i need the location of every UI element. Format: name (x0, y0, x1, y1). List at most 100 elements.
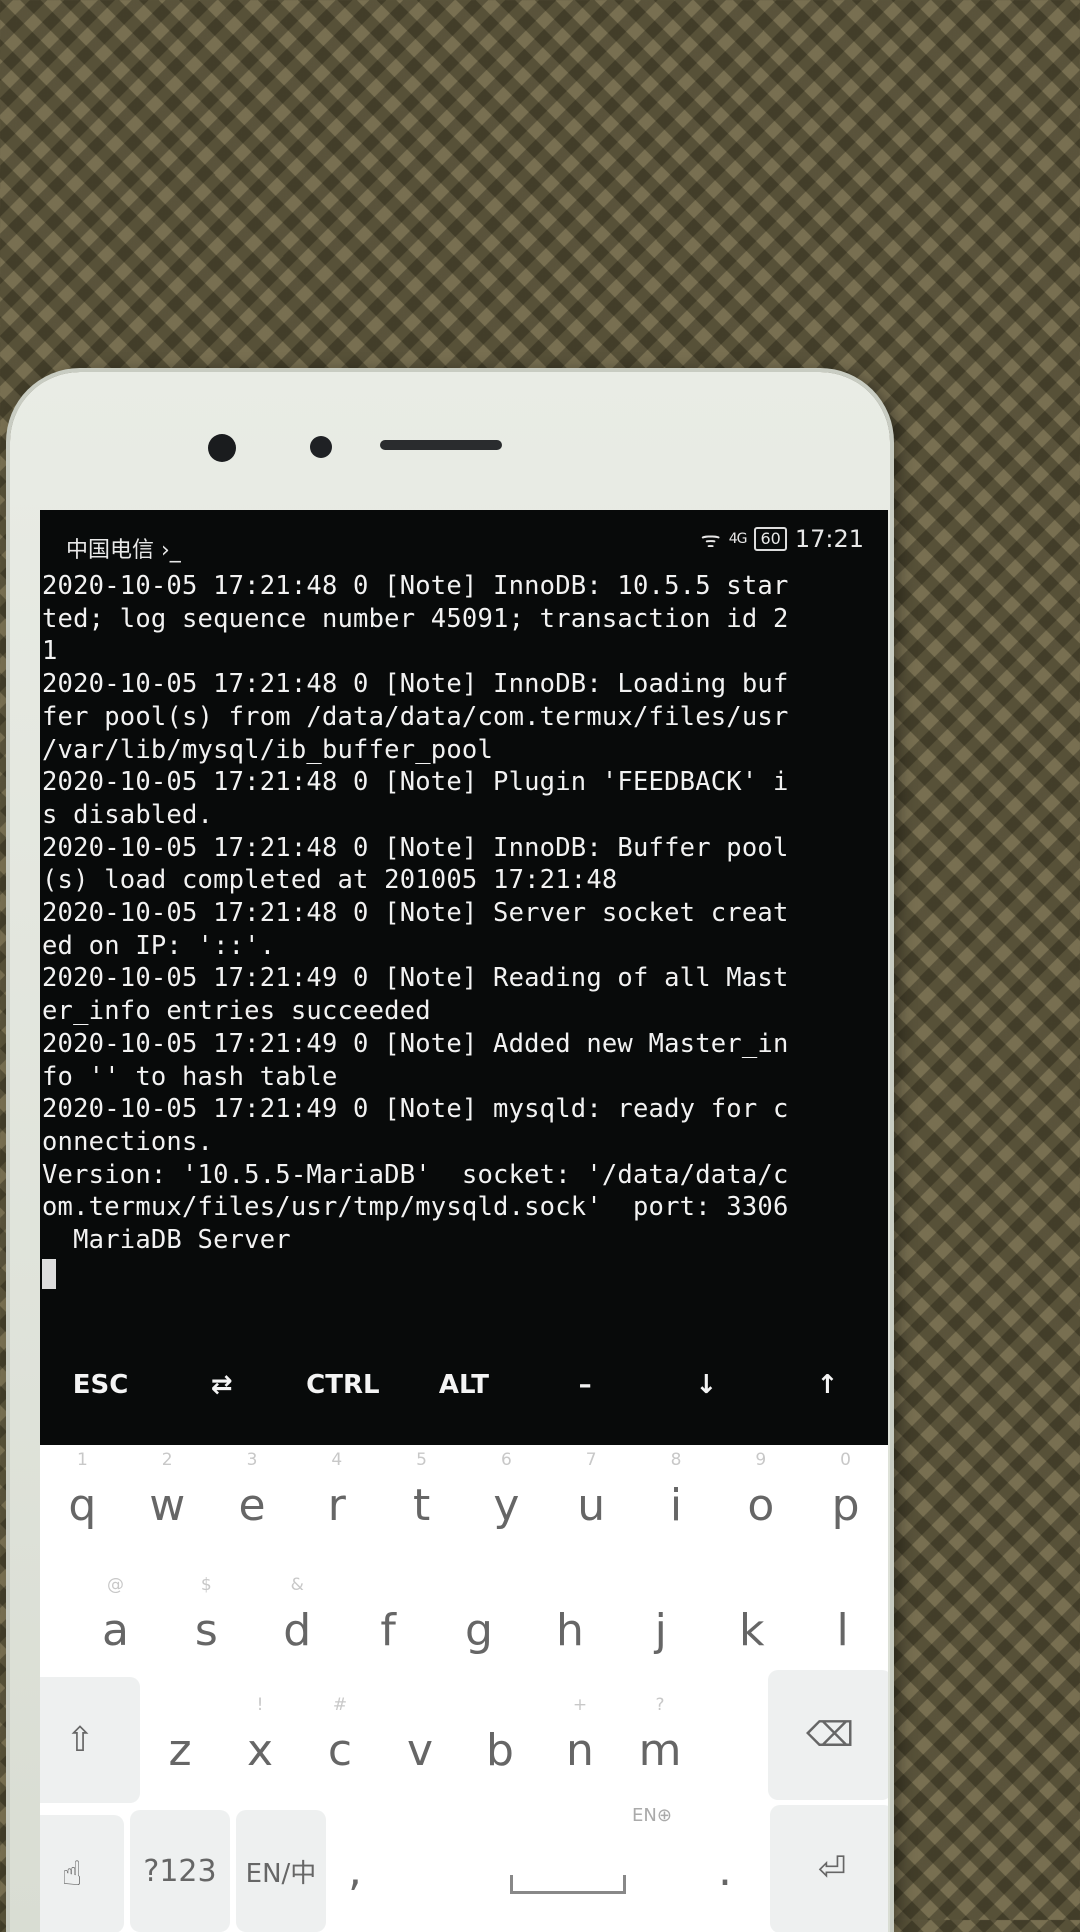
comma-label: , (348, 1845, 362, 1896)
battery-icon: 60 (754, 527, 787, 551)
key-letter: g (465, 1605, 493, 1656)
status-indicators: ᯤ 4G 60 17:21 (701, 524, 864, 554)
key-letter: q (68, 1480, 97, 1531)
key-c[interactable]: # c (300, 1695, 380, 1776)
symbols-key[interactable]: ?123 (130, 1810, 230, 1932)
key-d[interactable]: & d (252, 1575, 343, 1656)
key-u[interactable]: 7u (549, 1450, 634, 1531)
key-q[interactable]: 1q (40, 1450, 125, 1531)
key-p[interactable]: 0p (803, 1450, 888, 1531)
key-letter: x (246, 1725, 274, 1776)
terminal-line: Version: '10.5.5-MariaDB' socket: '/data… (42, 1159, 789, 1190)
key-k[interactable]: k (706, 1605, 797, 1656)
key-hint: 0 (840, 1450, 851, 1470)
key-letter: t (412, 1480, 431, 1531)
terminal-line: fer pool(s) from /data/data/com.termux/f… (42, 701, 789, 732)
key-letter: r (327, 1480, 346, 1531)
key-t[interactable]: 5t (379, 1450, 464, 1531)
emoji-key[interactable]: ☝ (40, 1815, 124, 1932)
terminal-line: om.termux/files/usr/tmp/mysqld.sock' por… (42, 1192, 789, 1223)
key-letter: s (194, 1605, 218, 1656)
key-hint: 3 (246, 1450, 258, 1470)
key-letter: z (168, 1725, 192, 1776)
key-hint: 5 (416, 1450, 427, 1470)
keyboard-row-2: @ a $ s & d f g h j k l (40, 1575, 888, 1656)
key-hint: 9 (755, 1450, 767, 1470)
enter-key[interactable]: ⏎ (770, 1805, 888, 1932)
key-hint: ! (256, 1695, 264, 1715)
comma-key[interactable]: , (330, 1845, 380, 1896)
key-e[interactable]: 3e (210, 1450, 295, 1531)
key-y[interactable]: 6y (464, 1450, 549, 1531)
terminal-line: 2020-10-05 17:21:48 0 [Note] Plugin 'FEE… (42, 767, 789, 798)
key-letter: a (101, 1605, 129, 1656)
alt-key[interactable]: ALT (409, 1370, 519, 1400)
ctrl-key[interactable]: CTRL (288, 1370, 398, 1400)
keyboard-row-3: z! x # c v b + n? m (140, 1695, 700, 1776)
key-letter: v (406, 1725, 434, 1776)
key-n[interactable]: + n (540, 1695, 620, 1776)
shift-key[interactable]: ⇧ (40, 1677, 140, 1803)
period-key[interactable]: . (700, 1845, 750, 1896)
signal-icon: 4G (728, 531, 748, 547)
down-arrow-key[interactable]: ↓ (651, 1370, 761, 1400)
terminal-cursor (42, 1258, 56, 1289)
dash-key[interactable]: – (530, 1370, 640, 1400)
key-g[interactable]: g (434, 1605, 525, 1656)
key-s[interactable]: $ s (161, 1575, 252, 1656)
terminal-line: 1 (42, 636, 58, 667)
terminal-line: er_info entries succeeded (42, 996, 431, 1027)
key-l[interactable]: l (797, 1605, 888, 1656)
up-arrow-key[interactable]: ↑ (772, 1370, 882, 1400)
key-letter: h (555, 1605, 584, 1656)
carrier-label: 中国电信 ›_ (66, 538, 181, 563)
status-bar: 中国电信 ›_ ᯤ 4G 60 17:21 (40, 510, 888, 568)
terminal-line: 2020-10-05 17:21:49 0 [Note] mysqld: rea… (42, 1094, 789, 1125)
key-r[interactable]: 4r (294, 1450, 379, 1531)
key-letter: e (238, 1480, 266, 1531)
key-hint: 7 (585, 1450, 597, 1470)
phone-body: 中国电信 ›_ ᯤ 4G 60 17:21 2020-10-05 17:21:4… (10, 372, 890, 1932)
key-letter: c (327, 1725, 353, 1776)
space-language-hint: EN⊕ (632, 1805, 672, 1826)
key-f[interactable]: f (343, 1605, 434, 1656)
key-v[interactable]: v (380, 1725, 460, 1776)
terminal-prompt-line (42, 1257, 872, 1290)
key-x[interactable]: ! x (220, 1695, 300, 1776)
key-letter: i (669, 1480, 683, 1531)
terminal-output[interactable]: 2020-10-05 17:21:48 0 [Note] InnoDB: 10.… (42, 570, 872, 1289)
key-j[interactable]: j (615, 1605, 706, 1656)
key-m[interactable]: ? m (620, 1695, 700, 1776)
language-switch-key[interactable]: EN/中 (236, 1810, 326, 1932)
backspace-key[interactable]: ⌫ (768, 1670, 888, 1800)
key-letter: y (493, 1480, 520, 1531)
key-b[interactable]: b (460, 1725, 540, 1776)
front-camera (208, 434, 236, 462)
key-hint: $ (200, 1575, 212, 1595)
keyboard-row-1: 1q2w3e4r5t6y7u8i9o0p (40, 1450, 888, 1531)
key-a[interactable]: @ a (70, 1575, 161, 1656)
tab-key[interactable]: ⇄ (167, 1370, 277, 1400)
key-hint: 2 (161, 1450, 173, 1470)
key-o[interactable]: 9o (718, 1450, 803, 1531)
wifi-icon: ᯤ (700, 528, 721, 553)
terminal-line: ted; log sequence number 45091; transact… (42, 603, 789, 634)
terminal-line: ed on IP: '::'. (42, 930, 276, 961)
key-hint: 6 (500, 1450, 512, 1470)
key-h[interactable]: h (524, 1605, 615, 1656)
key-hint: ? (655, 1695, 665, 1715)
terminal-line: s disabled. (42, 799, 214, 830)
space-key[interactable] (400, 1810, 720, 1932)
key-i[interactable]: 8i (634, 1450, 719, 1531)
key-hint: 1 (76, 1450, 88, 1470)
key-hint: + (572, 1695, 588, 1715)
key-letter: l (836, 1605, 849, 1656)
esc-key[interactable]: ESC (46, 1370, 156, 1400)
key-z[interactable]: z (140, 1725, 220, 1776)
earpiece-speaker (380, 440, 502, 450)
period-label: . (718, 1845, 732, 1896)
phone-top-bezel (10, 372, 890, 512)
key-w[interactable]: 2w (125, 1450, 210, 1531)
key-letter: p (831, 1480, 860, 1531)
key-letter: d (283, 1605, 312, 1656)
